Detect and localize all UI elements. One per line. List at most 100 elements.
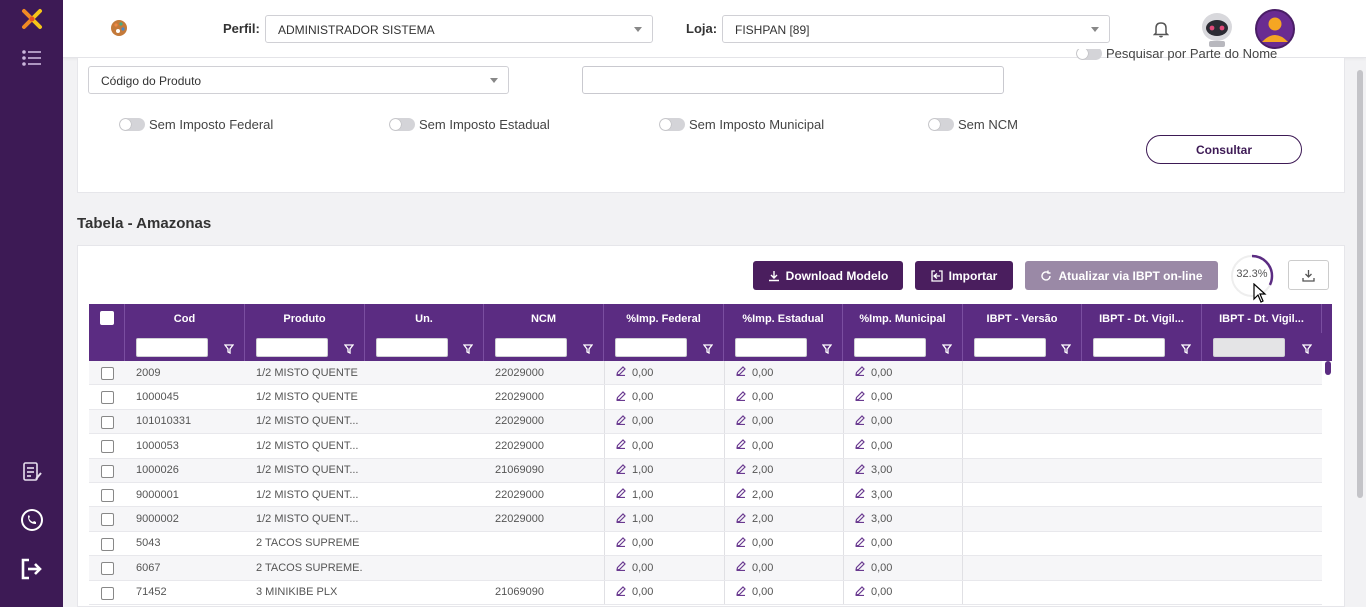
import-button[interactable]: Importar — [915, 261, 1013, 290]
col-header-ibpt-dt-2[interactable]: IBPT - Dt. Vigil... — [1202, 304, 1322, 333]
cell-municipal[interactable]: 0,00 — [843, 409, 963, 434]
update-ibpt-button[interactable]: Atualizar via IBPT on-line — [1025, 261, 1218, 290]
toggle-municipal[interactable]: Sem Imposto Municipal — [659, 117, 824, 132]
perfil-select[interactable]: ADMINISTRADOR SISTEMA — [265, 15, 653, 43]
cell-estadual[interactable]: 0,00 — [724, 434, 843, 458]
row-checkbox[interactable] — [101, 391, 114, 405]
filter-icon[interactable] — [582, 341, 594, 359]
pencil-icon[interactable] — [616, 463, 626, 477]
toggle-switch[interactable] — [928, 118, 954, 131]
pencil-icon[interactable] — [736, 537, 746, 550]
pencil-icon[interactable] — [616, 390, 626, 404]
table-row[interactable]: 9000001 1/2 MISTO QUENT... 22029000 1,00 2,0… — [89, 482, 1322, 508]
filter-input[interactable] — [495, 338, 567, 357]
col-header-estadual[interactable]: %Imp. Estadual — [724, 304, 843, 333]
pencil-icon[interactable] — [616, 488, 626, 501]
row-checkbox[interactable] — [101, 562, 114, 576]
pencil-icon[interactable] — [736, 463, 746, 477]
filter-input[interactable] — [136, 338, 208, 357]
cell-federal[interactable]: 0,00 — [604, 434, 724, 458]
table-row[interactable]: 6067 2 TACOS SUPREME... 0,00 0,00 0,00 — [89, 556, 1322, 581]
col-header-cod[interactable]: Cod — [125, 304, 245, 333]
cell-federal[interactable]: 1,00 — [604, 507, 724, 531]
col-header-municipal[interactable]: %Imp. Municipal — [843, 304, 963, 333]
pencil-icon[interactable] — [616, 561, 626, 574]
table-row[interactable]: 71452 3 MINIKIBE PLX 21069090 0,00 0,00 0,00 — [89, 580, 1322, 605]
pencil-icon[interactable] — [855, 488, 865, 501]
pencil-icon[interactable] — [855, 366, 865, 379]
row-checkbox[interactable] — [101, 464, 114, 478]
logout-icon[interactable] — [0, 555, 63, 583]
col-header-federal[interactable]: %Imp. Federal — [604, 304, 724, 333]
toggle-ncm[interactable]: Sem NCM — [928, 117, 1018, 132]
cell-estadual[interactable]: 0,00 — [724, 556, 843, 580]
palette-icon[interactable] — [109, 18, 129, 43]
cell-municipal[interactable]: 0,00 — [843, 556, 963, 580]
filter-input[interactable] — [974, 338, 1046, 357]
table-row[interactable]: 5043 2 TACOS SUPREME 0,00 0,00 0,00 — [89, 531, 1322, 557]
bell-icon[interactable] — [1152, 20, 1170, 43]
robot-avatar-icon[interactable] — [1199, 10, 1235, 53]
pencil-icon[interactable] — [736, 415, 746, 428]
row-checkbox[interactable] — [101, 367, 114, 380]
cell-estadual[interactable]: 2,00 — [724, 507, 843, 531]
loja-select[interactable]: FISHPAN [89] — [722, 15, 1110, 43]
cell-federal[interactable]: 0,00 — [604, 580, 724, 604]
filter-icon[interactable] — [343, 341, 355, 359]
filter-input[interactable] — [1093, 338, 1165, 357]
pencil-icon[interactable] — [855, 512, 865, 526]
table-row[interactable]: 1000045 1/2 MISTO QUENTE 22029000 0,00 0,00 0… — [89, 385, 1322, 410]
cell-estadual[interactable]: 0,00 — [724, 531, 843, 556]
filter-input[interactable] — [376, 338, 448, 357]
col-header-ibpt-dt-1[interactable]: IBPT - Dt. Vigil... — [1082, 304, 1202, 333]
cell-municipal[interactable]: 3,00 — [843, 507, 963, 531]
cell-federal[interactable]: 0,00 — [604, 531, 724, 556]
row-checkbox[interactable] — [101, 488, 114, 502]
filter-icon[interactable] — [821, 341, 833, 359]
pencil-icon[interactable] — [736, 561, 746, 574]
pencil-icon[interactable] — [855, 463, 865, 477]
row-checkbox[interactable] — [101, 537, 114, 551]
pencil-icon[interactable] — [855, 561, 865, 574]
partial-name-toggle[interactable] — [1076, 49, 1102, 60]
notes-icon[interactable] — [0, 460, 63, 484]
row-checkbox[interactable] — [101, 586, 114, 600]
filter-icon[interactable] — [462, 341, 474, 359]
filter-input[interactable] — [256, 338, 328, 357]
pencil-icon[interactable] — [616, 512, 626, 526]
pencil-icon[interactable] — [616, 439, 626, 452]
cell-municipal[interactable]: 3,00 — [843, 482, 963, 507]
cell-federal[interactable]: 0,00 — [604, 361, 724, 385]
cell-federal[interactable]: 1,00 — [604, 482, 724, 507]
toggle-switch[interactable] — [389, 118, 415, 131]
pencil-icon[interactable] — [855, 537, 865, 550]
pencil-icon[interactable] — [736, 512, 746, 526]
partial-name-toggle-row[interactable]: Pesquisar por Parte do Nome — [1076, 49, 1366, 61]
pencil-icon[interactable] — [736, 390, 746, 404]
menu-list-icon[interactable] — [0, 48, 63, 68]
cell-municipal[interactable]: 0,00 — [843, 580, 963, 604]
table-row[interactable]: 1000026 1/2 MISTO QUENT... 21069090 1,00 2,0… — [89, 458, 1322, 483]
col-header-un[interactable]: Un. — [365, 304, 484, 333]
cell-municipal[interactable]: 3,00 — [843, 458, 963, 482]
toggle-federal[interactable]: Sem Imposto Federal — [119, 117, 273, 132]
row-checkbox[interactable] — [101, 513, 114, 527]
toggle-switch[interactable] — [119, 118, 145, 131]
filter-icon[interactable] — [223, 341, 235, 359]
table-row[interactable]: 2009 1/2 MISTO QUENTE 22029000 0,00 0,00 0,00 — [89, 361, 1322, 386]
filter-icon[interactable] — [1301, 341, 1313, 359]
pencil-icon[interactable] — [736, 488, 746, 501]
pencil-icon[interactable] — [855, 415, 865, 428]
filter-icon[interactable] — [702, 341, 714, 359]
cell-estadual[interactable]: 2,00 — [724, 458, 843, 482]
grid-scrollbar-thumb[interactable] — [1325, 361, 1331, 375]
pencil-icon[interactable] — [736, 585, 746, 599]
cell-estadual[interactable]: 0,00 — [724, 361, 843, 385]
col-header-ibpt-versao[interactable]: IBPT - Versão — [963, 304, 1082, 333]
whatsapp-icon[interactable] — [0, 506, 63, 534]
cell-municipal[interactable]: 0,00 — [843, 434, 963, 458]
user-avatar-icon[interactable] — [1254, 8, 1296, 55]
export-button[interactable] — [1288, 260, 1329, 290]
cell-municipal[interactable]: 0,00 — [843, 361, 963, 385]
select-all-checkbox[interactable] — [100, 311, 114, 325]
